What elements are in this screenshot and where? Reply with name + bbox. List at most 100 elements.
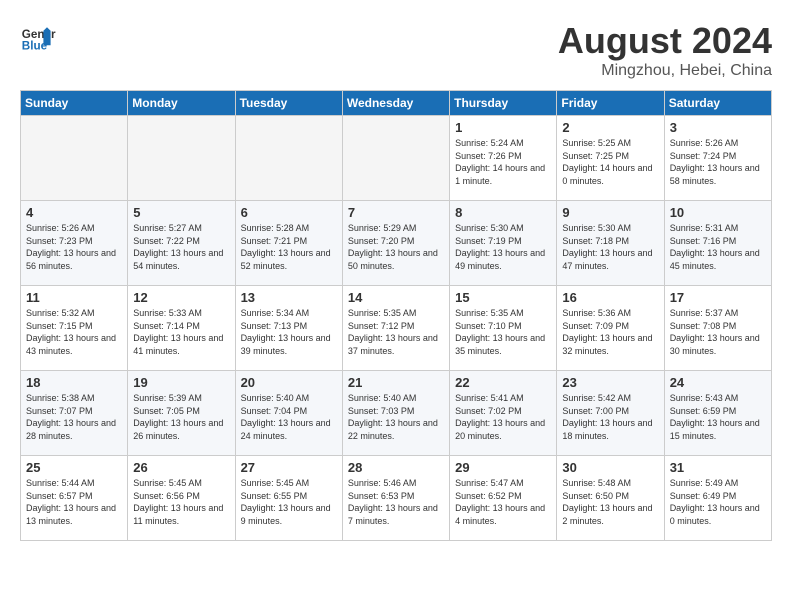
calendar-cell: 20 Sunrise: 5:40 AM Sunset: 7:04 PM Dayli… xyxy=(235,371,342,456)
calendar-table: SundayMondayTuesdayWednesdayThursdayFrid… xyxy=(20,90,772,541)
calendar-cell: 7 Sunrise: 5:29 AM Sunset: 7:20 PM Daylig… xyxy=(342,201,449,286)
day-number: 9 xyxy=(562,205,658,220)
calendar-cell: 19 Sunrise: 5:39 AM Sunset: 7:05 PM Dayli… xyxy=(128,371,235,456)
calendar-week-row: 11 Sunrise: 5:32 AM Sunset: 7:15 PM Dayli… xyxy=(21,286,772,371)
day-number: 14 xyxy=(348,290,444,305)
calendar-cell: 30 Sunrise: 5:48 AM Sunset: 6:50 PM Dayli… xyxy=(557,456,664,541)
day-info: Sunrise: 5:41 AM Sunset: 7:02 PM Dayligh… xyxy=(455,392,551,442)
day-info: Sunrise: 5:34 AM Sunset: 7:13 PM Dayligh… xyxy=(241,307,337,357)
day-info: Sunrise: 5:27 AM Sunset: 7:22 PM Dayligh… xyxy=(133,222,229,272)
calendar-cell: 2 Sunrise: 5:25 AM Sunset: 7:25 PM Daylig… xyxy=(557,116,664,201)
day-info: Sunrise: 5:38 AM Sunset: 7:07 PM Dayligh… xyxy=(26,392,122,442)
day-number: 13 xyxy=(241,290,337,305)
calendar-cell: 21 Sunrise: 5:40 AM Sunset: 7:03 PM Dayli… xyxy=(342,371,449,456)
day-info: Sunrise: 5:24 AM Sunset: 7:26 PM Dayligh… xyxy=(455,137,551,187)
calendar-cell: 11 Sunrise: 5:32 AM Sunset: 7:15 PM Dayli… xyxy=(21,286,128,371)
day-number: 3 xyxy=(670,120,766,135)
calendar-cell: 22 Sunrise: 5:41 AM Sunset: 7:02 PM Dayli… xyxy=(450,371,557,456)
column-header-sunday: Sunday xyxy=(21,91,128,116)
day-number: 6 xyxy=(241,205,337,220)
calendar-week-row: 18 Sunrise: 5:38 AM Sunset: 7:07 PM Dayli… xyxy=(21,371,772,456)
day-info: Sunrise: 5:29 AM Sunset: 7:20 PM Dayligh… xyxy=(348,222,444,272)
day-info: Sunrise: 5:31 AM Sunset: 7:16 PM Dayligh… xyxy=(670,222,766,272)
calendar-cell: 9 Sunrise: 5:30 AM Sunset: 7:18 PM Daylig… xyxy=(557,201,664,286)
calendar-cell: 29Sunrise: 5:47 AM Sunset: 6:52 PM Dayli… xyxy=(450,456,557,541)
day-number: 1 xyxy=(455,120,551,135)
calendar-cell: 31 Sunrise: 5:49 AM Sunset: 6:49 PM Dayli… xyxy=(664,456,771,541)
day-info: Sunrise: 5:35 AM Sunset: 7:12 PM Dayligh… xyxy=(348,307,444,357)
day-info: Sunrise: 5:43 AM Sunset: 6:59 PM Dayligh… xyxy=(670,392,766,442)
calendar-week-row: 25Sunrise: 5:44 AM Sunset: 6:57 PM Dayli… xyxy=(21,456,772,541)
calendar-cell: 4 Sunrise: 5:26 AM Sunset: 7:23 PM Daylig… xyxy=(21,201,128,286)
day-number: 27 xyxy=(241,460,337,475)
day-info: Sunrise: 5:26 AM Sunset: 7:23 PM Dayligh… xyxy=(26,222,122,272)
day-info: Sunrise: 5:48 AM Sunset: 6:50 PM Dayligh… xyxy=(562,477,658,527)
day-info: Sunrise: 5:32 AM Sunset: 7:15 PM Dayligh… xyxy=(26,307,122,357)
day-number: 24 xyxy=(670,375,766,390)
column-header-saturday: Saturday xyxy=(664,91,771,116)
day-info: Sunrise: 5:44 AM Sunset: 6:57 PM Dayligh… xyxy=(26,477,122,527)
calendar-cell: 5 Sunrise: 5:27 AM Sunset: 7:22 PM Daylig… xyxy=(128,201,235,286)
day-number: 2 xyxy=(562,120,658,135)
calendar-cell: 15 Sunrise: 5:35 AM Sunset: 7:10 PM Dayli… xyxy=(450,286,557,371)
day-info: Sunrise: 5:25 AM Sunset: 7:25 PM Dayligh… xyxy=(562,137,658,187)
day-info: Sunrise: 5:30 AM Sunset: 7:18 PM Dayligh… xyxy=(562,222,658,272)
calendar-cell xyxy=(21,116,128,201)
calendar-cell: 27Sunrise: 5:45 AM Sunset: 6:55 PM Dayli… xyxy=(235,456,342,541)
day-number: 21 xyxy=(348,375,444,390)
day-number: 11 xyxy=(26,290,122,305)
month-title: August 2024 xyxy=(558,20,772,62)
calendar-cell: 12Sunrise: 5:33 AM Sunset: 7:14 PM Dayli… xyxy=(128,286,235,371)
day-number: 19 xyxy=(133,375,229,390)
calendar-cell: 16 Sunrise: 5:36 AM Sunset: 7:09 PM Dayli… xyxy=(557,286,664,371)
day-number: 7 xyxy=(348,205,444,220)
page-header: General Blue August 2024 Mingzhou, Hebei… xyxy=(20,20,772,80)
calendar-header-row: SundayMondayTuesdayWednesdayThursdayFrid… xyxy=(21,91,772,116)
day-number: 29 xyxy=(455,460,551,475)
day-number: 17 xyxy=(670,290,766,305)
calendar-cell: 10Sunrise: 5:31 AM Sunset: 7:16 PM Dayli… xyxy=(664,201,771,286)
day-number: 16 xyxy=(562,290,658,305)
calendar-cell: 25Sunrise: 5:44 AM Sunset: 6:57 PM Dayli… xyxy=(21,456,128,541)
day-number: 22 xyxy=(455,375,551,390)
day-info: Sunrise: 5:39 AM Sunset: 7:05 PM Dayligh… xyxy=(133,392,229,442)
logo: General Blue xyxy=(20,20,56,56)
day-number: 18 xyxy=(26,375,122,390)
calendar-cell: 23 Sunrise: 5:42 AM Sunset: 7:00 PM Dayli… xyxy=(557,371,664,456)
day-number: 20 xyxy=(241,375,337,390)
day-number: 15 xyxy=(455,290,551,305)
column-header-thursday: Thursday xyxy=(450,91,557,116)
day-info: Sunrise: 5:40 AM Sunset: 7:04 PM Dayligh… xyxy=(241,392,337,442)
calendar-cell: 18 Sunrise: 5:38 AM Sunset: 7:07 PM Dayli… xyxy=(21,371,128,456)
day-info: Sunrise: 5:46 AM Sunset: 6:53 PM Dayligh… xyxy=(348,477,444,527)
column-header-monday: Monday xyxy=(128,91,235,116)
calendar-cell: 3 Sunrise: 5:26 AM Sunset: 7:24 PM Daylig… xyxy=(664,116,771,201)
day-number: 28 xyxy=(348,460,444,475)
column-header-friday: Friday xyxy=(557,91,664,116)
day-info: Sunrise: 5:42 AM Sunset: 7:00 PM Dayligh… xyxy=(562,392,658,442)
calendar-cell: 26Sunrise: 5:45 AM Sunset: 6:56 PM Dayli… xyxy=(128,456,235,541)
day-info: Sunrise: 5:40 AM Sunset: 7:03 PM Dayligh… xyxy=(348,392,444,442)
day-number: 31 xyxy=(670,460,766,475)
calendar-cell: 1 Sunrise: 5:24 AM Sunset: 7:26 PM Daylig… xyxy=(450,116,557,201)
day-number: 8 xyxy=(455,205,551,220)
day-info: Sunrise: 5:45 AM Sunset: 6:56 PM Dayligh… xyxy=(133,477,229,527)
day-number: 23 xyxy=(562,375,658,390)
calendar-cell: 14 Sunrise: 5:35 AM Sunset: 7:12 PM Dayli… xyxy=(342,286,449,371)
day-info: Sunrise: 5:49 AM Sunset: 6:49 PM Dayligh… xyxy=(670,477,766,527)
calendar-cell xyxy=(235,116,342,201)
day-info: Sunrise: 5:26 AM Sunset: 7:24 PM Dayligh… xyxy=(670,137,766,187)
day-number: 5 xyxy=(133,205,229,220)
calendar-cell: 13 Sunrise: 5:34 AM Sunset: 7:13 PM Dayli… xyxy=(235,286,342,371)
calendar-week-row: 1 Sunrise: 5:24 AM Sunset: 7:26 PM Daylig… xyxy=(21,116,772,201)
day-info: Sunrise: 5:35 AM Sunset: 7:10 PM Dayligh… xyxy=(455,307,551,357)
day-number: 30 xyxy=(562,460,658,475)
location-subtitle: Mingzhou, Hebei, China xyxy=(558,62,772,80)
logo-icon: General Blue xyxy=(20,20,56,56)
day-info: Sunrise: 5:36 AM Sunset: 7:09 PM Dayligh… xyxy=(562,307,658,357)
calendar-cell xyxy=(128,116,235,201)
column-header-wednesday: Wednesday xyxy=(342,91,449,116)
day-info: Sunrise: 5:30 AM Sunset: 7:19 PM Dayligh… xyxy=(455,222,551,272)
day-number: 4 xyxy=(26,205,122,220)
day-number: 12 xyxy=(133,290,229,305)
